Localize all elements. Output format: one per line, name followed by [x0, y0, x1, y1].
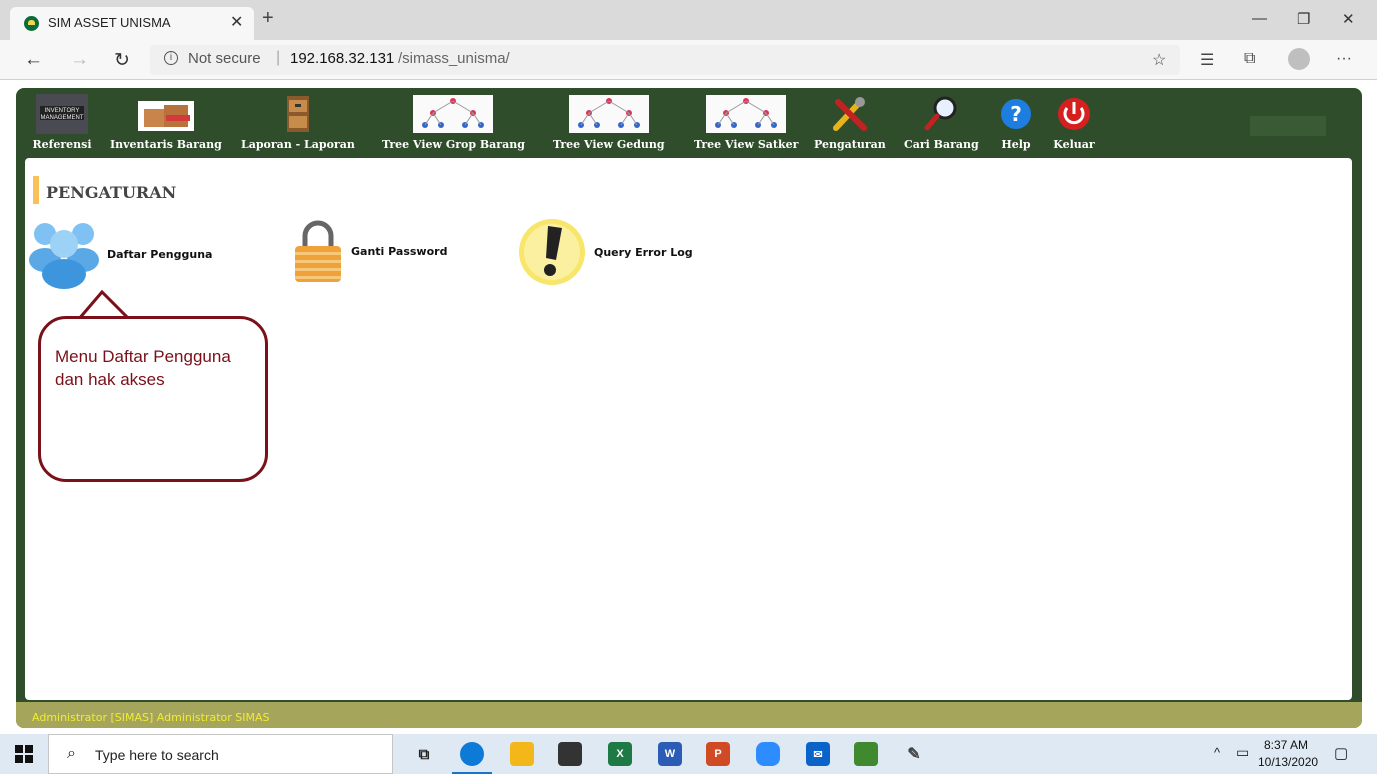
clock-date[interactable]: 10/13/2020	[1258, 755, 1318, 769]
store-icon[interactable]	[558, 742, 582, 766]
favorite-star-icon[interactable]: ☆	[1152, 50, 1166, 70]
excel-icon[interactable]: X	[608, 742, 632, 766]
menu-label: Ganti Password	[351, 244, 448, 258]
tray-chevron-icon[interactable]: ^	[1214, 745, 1220, 760]
app-viewport: INVENTORY MANAGEMENT Referensi Inventaris…	[0, 80, 1377, 734]
callout-text: Menu Daftar Pengguna dan hak akses	[55, 345, 265, 391]
status-footer: Administrator [SIMAS] Administrator SIMA…	[16, 702, 1362, 728]
notifications-icon[interactable]: ▢	[1334, 744, 1348, 762]
toolbar-decoration	[1250, 116, 1326, 136]
paint-icon[interactable]: ✎	[902, 742, 926, 766]
start-button[interactable]	[0, 734, 48, 774]
browser-tab[interactable]: SIM ASSET UNISMA ✕	[10, 7, 254, 40]
annotation-callout: Menu Daftar Pengguna dan hak akses	[38, 316, 268, 482]
toolbar-label: Tree View Grop Barang	[382, 138, 525, 151]
callout-line: dan hak akses	[55, 370, 165, 389]
profile-avatar-icon[interactable]	[1288, 48, 1310, 70]
forward-icon[interactable]: →	[70, 49, 89, 71]
search-icon: ⌕	[67, 745, 76, 762]
tools-icon	[820, 94, 880, 134]
restore-icon[interactable]: ❐	[1297, 10, 1310, 28]
toolbar-item-keluar[interactable]: Keluar	[1044, 94, 1104, 151]
chart-app-icon[interactable]	[854, 742, 878, 766]
back-icon[interactable]: ←	[24, 49, 43, 71]
url-separator: |	[276, 49, 281, 66]
taskbar-search[interactable]: ⌕ Type here to search	[48, 734, 393, 774]
mail-icon[interactable]: ✉	[806, 742, 830, 766]
menu-query-error-log[interactable]: Query Error Log	[516, 216, 693, 288]
zoom-icon[interactable]	[756, 742, 780, 766]
tab-title: SIM ASSET UNISMA	[48, 15, 171, 30]
toolbar-item-help[interactable]: ? Help	[986, 94, 1046, 151]
toolbar-label: Cari Barang	[904, 138, 979, 151]
windows-logo-icon	[15, 745, 33, 763]
site-favicon-icon	[24, 16, 39, 31]
tree-diagram-icon	[413, 94, 494, 134]
magnifier-icon	[911, 94, 971, 134]
edge-browser-icon[interactable]	[452, 742, 492, 774]
windows-taskbar: ⌕ Type here to search ⧉ X W P ✉ ✎ ^ ▭ 8:…	[0, 734, 1377, 774]
svg-text:?: ?	[1010, 102, 1022, 126]
toolbar-label: Help	[1001, 138, 1031, 151]
toolbar-label: Tree View Gedung	[553, 138, 665, 151]
menu-ganti-password[interactable]: Ganti Password	[291, 216, 447, 286]
logged-in-user: Administrator [SIMAS] Administrator SIMA…	[32, 711, 270, 724]
collections-icon[interactable]: ⧉	[1244, 50, 1255, 68]
favorites-list-icon[interactable]: ☰	[1200, 50, 1214, 70]
file-explorer-icon[interactable]	[510, 742, 534, 766]
toolbar-label: Keluar	[1053, 138, 1095, 151]
browser-tab-strip: SIM ASSET UNISMA ✕ + — ❐ ✕	[0, 0, 1377, 40]
not-secure-label: Not secure	[188, 50, 261, 67]
url-path: /simass_unisma/	[398, 50, 510, 67]
url-host: 192.168.32.131	[290, 50, 395, 67]
url-field[interactable]: i Not secure | 192.168.32.131 /simass_un…	[150, 45, 1180, 75]
toolbar-label: Tree View Satker	[694, 138, 799, 151]
toolbar-item-tree-view-satker[interactable]: Tree View Satker	[694, 94, 798, 151]
minimize-icon[interactable]: —	[1252, 10, 1267, 27]
refresh-icon[interactable]: ↻	[114, 49, 130, 72]
toolbar-item-tree-view-grop-barang[interactable]: Tree View Grop Barang	[382, 94, 525, 151]
toolbar-item-cari-barang[interactable]: Cari Barang	[904, 94, 979, 151]
toolbar-label: Pengaturan	[814, 138, 886, 151]
info-icon[interactable]: i	[164, 51, 178, 65]
callout-line: Menu Daftar Pengguna	[55, 347, 231, 366]
clock-time[interactable]: 8:37 AM	[1264, 738, 1308, 752]
close-tab-icon[interactable]: ✕	[230, 12, 243, 32]
tree-diagram-icon	[568, 94, 649, 134]
task-view-icon[interactable]: ⧉	[412, 742, 436, 766]
address-bar: ← → ↻ i Not secure | 192.168.32.131 /sim…	[0, 40, 1377, 80]
power-icon	[1044, 94, 1104, 134]
warning-icon	[519, 219, 585, 285]
powerpoint-icon[interactable]: P	[706, 742, 730, 766]
close-window-icon[interactable]: ✕	[1342, 10, 1355, 28]
network-icon[interactable]: ▭	[1236, 744, 1249, 761]
more-menu-icon[interactable]: ···	[1336, 50, 1352, 68]
help-icon: ?	[986, 94, 1046, 134]
new-tab-icon[interactable]: +	[262, 8, 274, 28]
toolbar-item-pengaturan[interactable]: Pengaturan	[814, 94, 886, 151]
search-placeholder: Type here to search	[95, 747, 219, 763]
menu-label: Query Error Log	[594, 245, 693, 259]
tree-diagram-icon	[706, 94, 787, 134]
toolbar-item-tree-view-gedung[interactable]: Tree View Gedung	[553, 94, 665, 151]
word-icon[interactable]: W	[658, 742, 682, 766]
